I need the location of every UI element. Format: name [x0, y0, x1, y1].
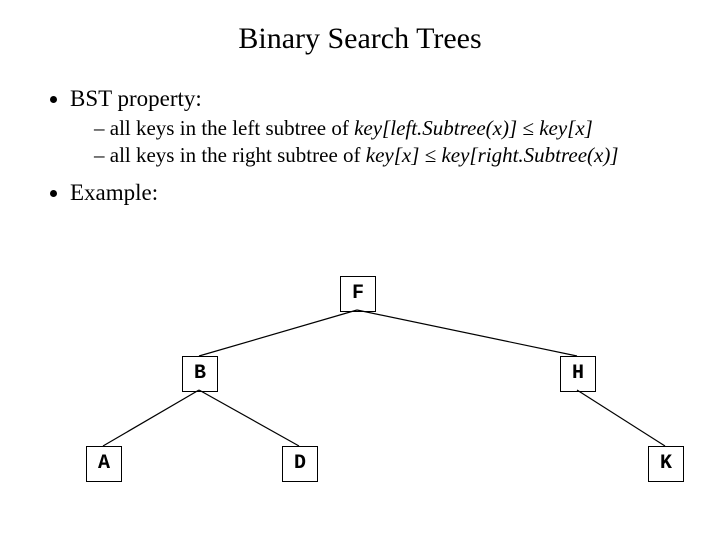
edge-b-d [199, 390, 299, 446]
edge-h-k [577, 390, 665, 446]
slide-title: Binary Search Trees [0, 0, 720, 56]
tree-node-k: K [648, 446, 684, 482]
tree-node-f: F [340, 276, 376, 312]
sub1-b: key[left.Subtree(x)] [354, 116, 517, 140]
edge-b-a [103, 390, 199, 446]
sub1-c: ≤ [517, 116, 539, 140]
slide-body: BST property: all keys in the left subtr… [0, 56, 720, 206]
sub2-b: key[x] [366, 143, 420, 167]
tree-node-d: D [282, 446, 318, 482]
tree-node-h: H [560, 356, 596, 392]
bullet-bst-property: BST property: all keys in the left subtr… [70, 86, 684, 168]
tree-node-a: A [86, 446, 122, 482]
edge-f-h [357, 310, 577, 356]
sub1-d: key[x] [539, 116, 593, 140]
sub2-c: ≤ [419, 143, 441, 167]
bullet-example: Example: [70, 180, 684, 206]
edge-f-b [199, 310, 357, 356]
sub1-a: all keys in the left subtree of [110, 116, 354, 140]
tree-diagram: F B H A D K [0, 270, 720, 530]
sub-bullet-1: all keys in the left subtree of key[left… [94, 116, 684, 141]
sub2-a: all keys in the right subtree of [110, 143, 366, 167]
slide: Binary Search Trees BST property: all ke… [0, 0, 720, 540]
sub2-d: key[right.Subtree(x)] [441, 143, 618, 167]
inner-list: all keys in the left subtree of key[left… [70, 116, 684, 168]
example-text: Example: [70, 180, 158, 205]
tree-node-b: B [182, 356, 218, 392]
bst-property-text: BST property: [70, 86, 202, 111]
outer-list: BST property: all keys in the left subtr… [46, 86, 684, 206]
sub-bullet-2: all keys in the right subtree of key[x] … [94, 143, 684, 168]
